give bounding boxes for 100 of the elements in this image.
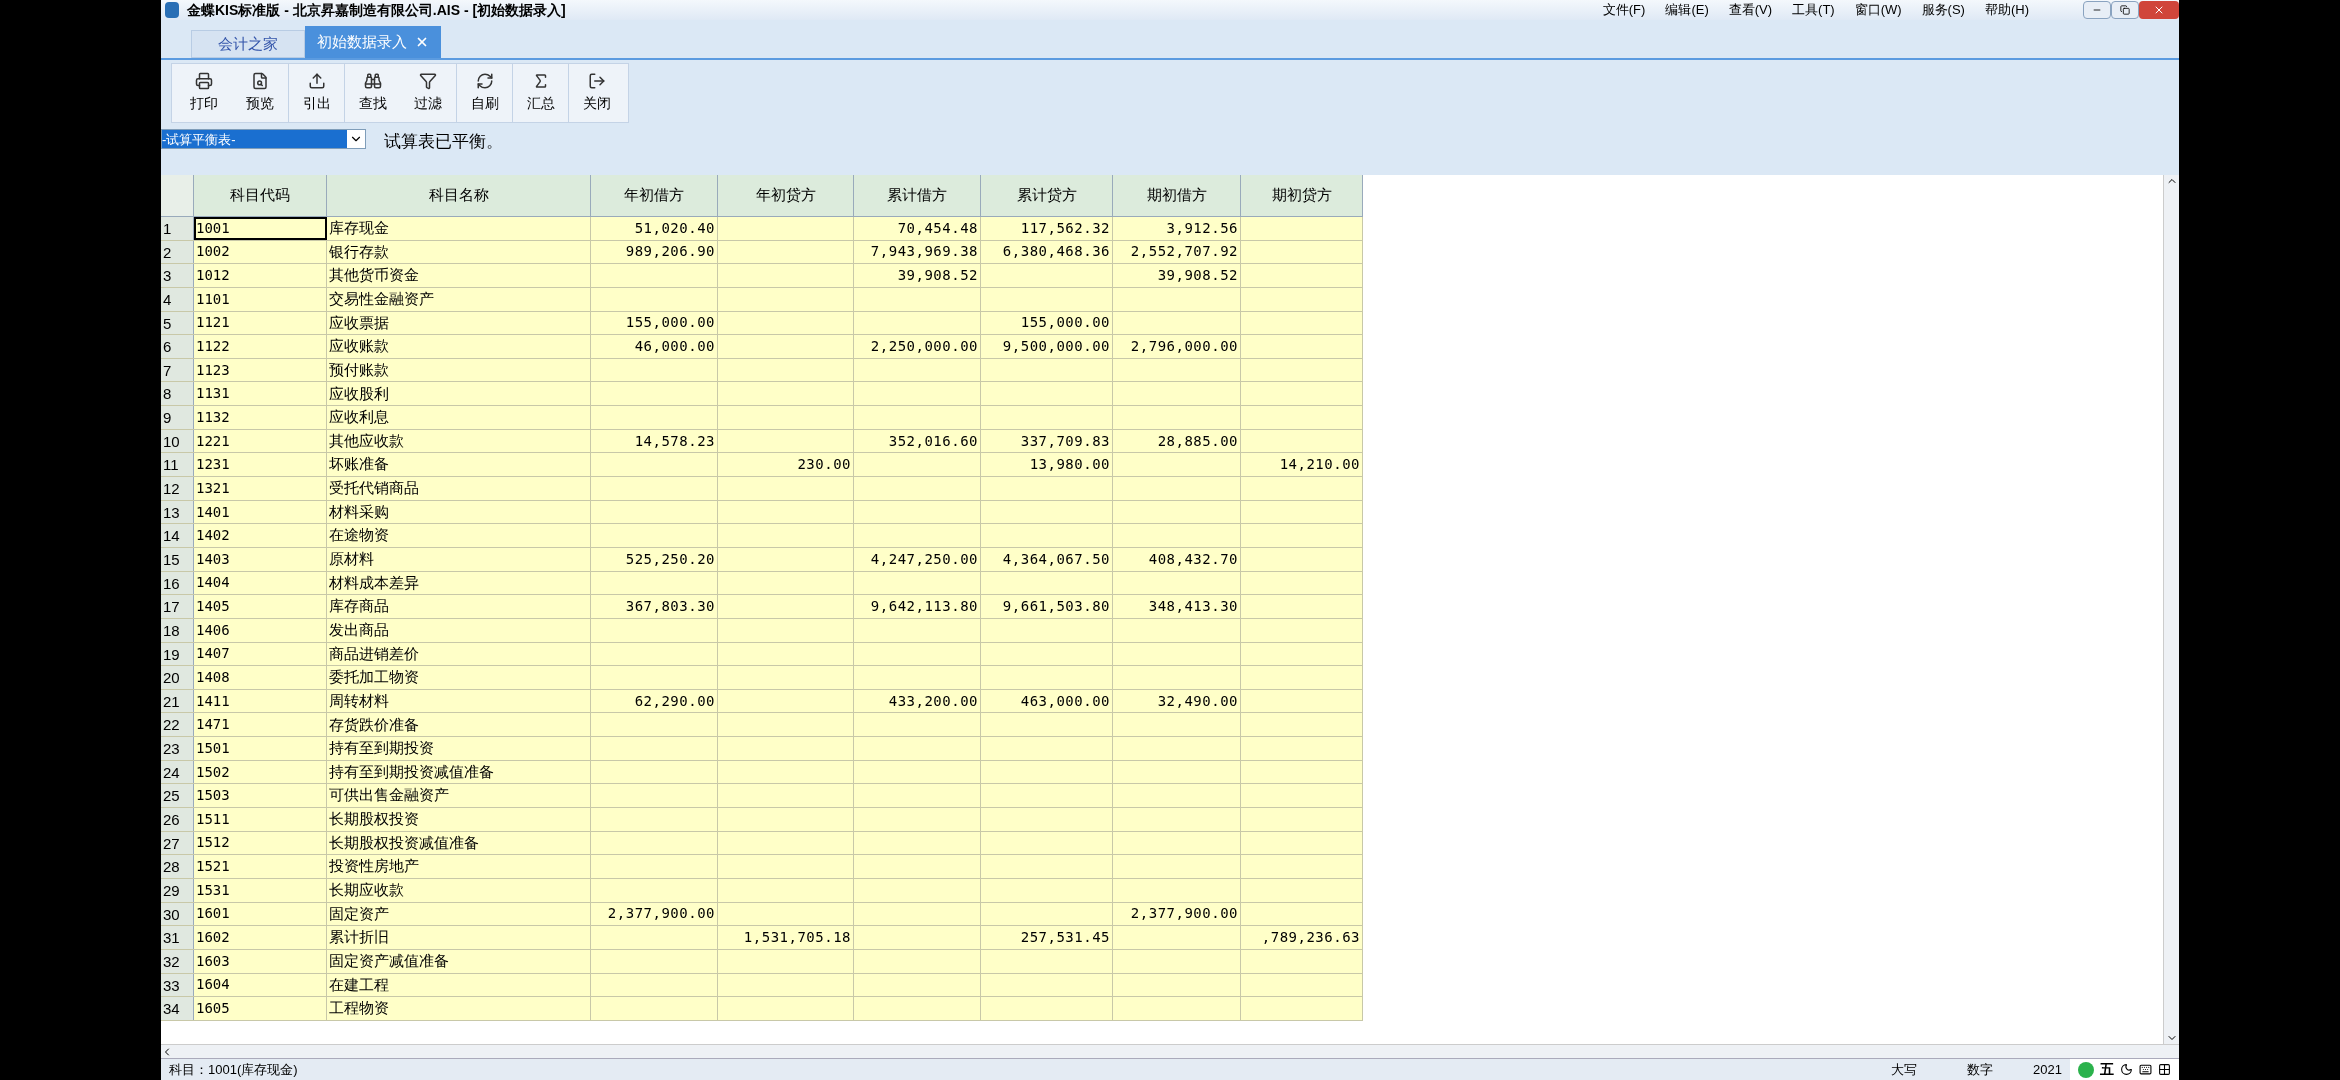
table-cell-text: 4,247,250.00: [870, 549, 978, 569]
row-number: 4: [161, 287, 194, 311]
vertical-scrollbar[interactable]: [2163, 175, 2179, 1044]
menu-item[interactable]: 窗口(W): [1844, 0, 1912, 20]
table-cell-text: 长期股权投资减值准备: [329, 832, 479, 853]
toolbar-button[interactable]: 自刷: [456, 63, 512, 122]
column-header: 期初借方: [1113, 175, 1241, 216]
table-cell-text: 337,709.83: [1020, 431, 1110, 451]
table-cell-text: 1502: [196, 762, 230, 782]
dropdown-value: -试算平衡表-: [162, 130, 347, 148]
table-cell-text: 2,250,000.00: [870, 337, 978, 356]
toolbar-button[interactable]: 过滤: [400, 63, 456, 122]
row-number: 6: [161, 335, 194, 358]
table-cell-text: 13,980.00: [1029, 455, 1110, 475]
moon-icon: [2120, 1063, 2133, 1076]
row-number: 14: [161, 524, 194, 547]
restore-button[interactable]: [2111, 1, 2139, 19]
table-cell-text: 1404: [196, 573, 230, 593]
column-header: 年初借方: [591, 175, 718, 216]
table-cell-text: 39,908.52: [1157, 266, 1238, 286]
table-cell-text: 1521: [196, 857, 230, 877]
row-number: 2: [161, 240, 194, 264]
tab[interactable]: 会计之家: [191, 30, 305, 58]
table-cell-text: 持有至到期投资减值准备: [329, 761, 494, 782]
toolbar-button[interactable]: 查找: [344, 63, 400, 122]
table-cell-text: 1231: [196, 455, 230, 475]
table-cell-text: 1402: [196, 526, 230, 546]
table-cell-text: 应收股利: [329, 383, 389, 404]
close-tab-icon[interactable]: [415, 35, 429, 49]
table-cell-text: 1501: [196, 738, 230, 758]
table-cell-text: 在建工程: [329, 974, 389, 995]
table-cell-text: 51,020.40: [634, 218, 715, 238]
table-cell-text: 433,200.00: [888, 691, 978, 711]
table-cell-text: 408,432.70: [1148, 549, 1238, 569]
table-cell-text: 352,016.60: [888, 431, 978, 451]
table-cell-text: 投资性房地产: [329, 856, 419, 877]
table-cell-text: 230.00: [797, 455, 851, 475]
row-number: 5: [161, 311, 194, 335]
row-number: 9: [161, 406, 194, 429]
table-cell-text: 1512: [196, 833, 230, 853]
document-search-icon: [251, 71, 269, 90]
menu-item[interactable]: 文件(F): [1592, 0, 1656, 20]
menu-item[interactable]: 工具(T): [1782, 0, 1845, 20]
table-cell-text: 1603: [196, 951, 230, 971]
horizontal-scrollbar[interactable]: [161, 1044, 2179, 1058]
ime-logo-icon: [2078, 1061, 2094, 1078]
ime-mode[interactable]: 五: [2100, 1059, 2114, 1080]
table-cell-text: 2,796,000.00: [1130, 337, 1238, 356]
table-cell-text: 1405: [196, 597, 230, 617]
row-number: 25: [161, 784, 194, 807]
toolbar-button[interactable]: 关闭: [568, 63, 624, 122]
row-number: 28: [161, 855, 194, 878]
table-cell-text: 4,364,067.50: [1002, 549, 1110, 569]
filter-icon: [419, 71, 437, 90]
row-number: 3: [161, 264, 194, 287]
row-number: 24: [161, 760, 194, 784]
table-cell-text: 155,000.00: [625, 313, 715, 333]
close-button[interactable]: [2139, 1, 2179, 19]
upload-icon: [307, 71, 326, 90]
table-cell-text: 367,803.30: [625, 597, 715, 617]
table-cell-text: 长期股权投资: [329, 809, 419, 830]
row-number: 27: [161, 831, 194, 855]
table-cell-text: 1122: [196, 337, 230, 356]
status-caps: 大写: [1891, 1060, 1918, 1079]
toolbar-button[interactable]: 预览: [232, 63, 288, 122]
table-cell-text: 2,377,900.00: [1130, 904, 1238, 924]
menu-item[interactable]: 编辑(E): [1655, 0, 1719, 20]
table-cell-text: 1121: [196, 313, 230, 333]
table-cell-text: 材料采购: [329, 501, 389, 522]
column-header: 累计借方: [854, 175, 981, 216]
table-cell-text: 发出商品: [329, 619, 389, 640]
table-cell-text: 在途物资: [329, 525, 389, 546]
table-cell-text: 1123: [196, 360, 230, 380]
toolbar-button[interactable]: 打印: [176, 63, 232, 122]
row-number: 30: [161, 902, 194, 926]
menu-item[interactable]: 查看(V): [1718, 0, 1783, 20]
table-cell-text: 117,562.32: [1020, 218, 1110, 238]
menu-item[interactable]: 服务(S): [1911, 0, 1975, 20]
menu-item[interactable]: 帮助(H): [1974, 0, 2039, 20]
table-cell-text: 1471: [196, 715, 230, 735]
table-cell-text: 坏账准备: [329, 454, 389, 475]
table-cell-text: 9,500,000.00: [1002, 337, 1110, 356]
table-cell-text: 257,531.45: [1020, 928, 1110, 948]
table-cell-text: 46,000.00: [634, 337, 715, 356]
row-number: 26: [161, 808, 194, 831]
toolbar-button[interactable]: 引出: [288, 63, 344, 122]
table-cell-text: 1132: [196, 407, 230, 427]
row-number: 17: [161, 595, 194, 618]
table-cell-text: 1511: [196, 809, 230, 829]
table-cell-text: 商品进销差价: [329, 643, 419, 664]
toolbar-button[interactable]: 汇总: [512, 63, 568, 122]
table-cell-text: 2,377,900.00: [607, 904, 715, 924]
column-header: 科目代码: [194, 175, 327, 216]
report-dropdown[interactable]: -试算平衡表-: [161, 129, 366, 149]
table-cell-text: 1406: [196, 620, 230, 640]
table-cell-text: 委托加工物资: [329, 667, 419, 688]
table-cell-text: 可供出售金融资产: [329, 785, 449, 806]
table-cell-text: 1131: [196, 384, 230, 404]
column-header: 期初贷方: [1241, 175, 1363, 216]
column-header: 科目名称: [327, 175, 591, 216]
